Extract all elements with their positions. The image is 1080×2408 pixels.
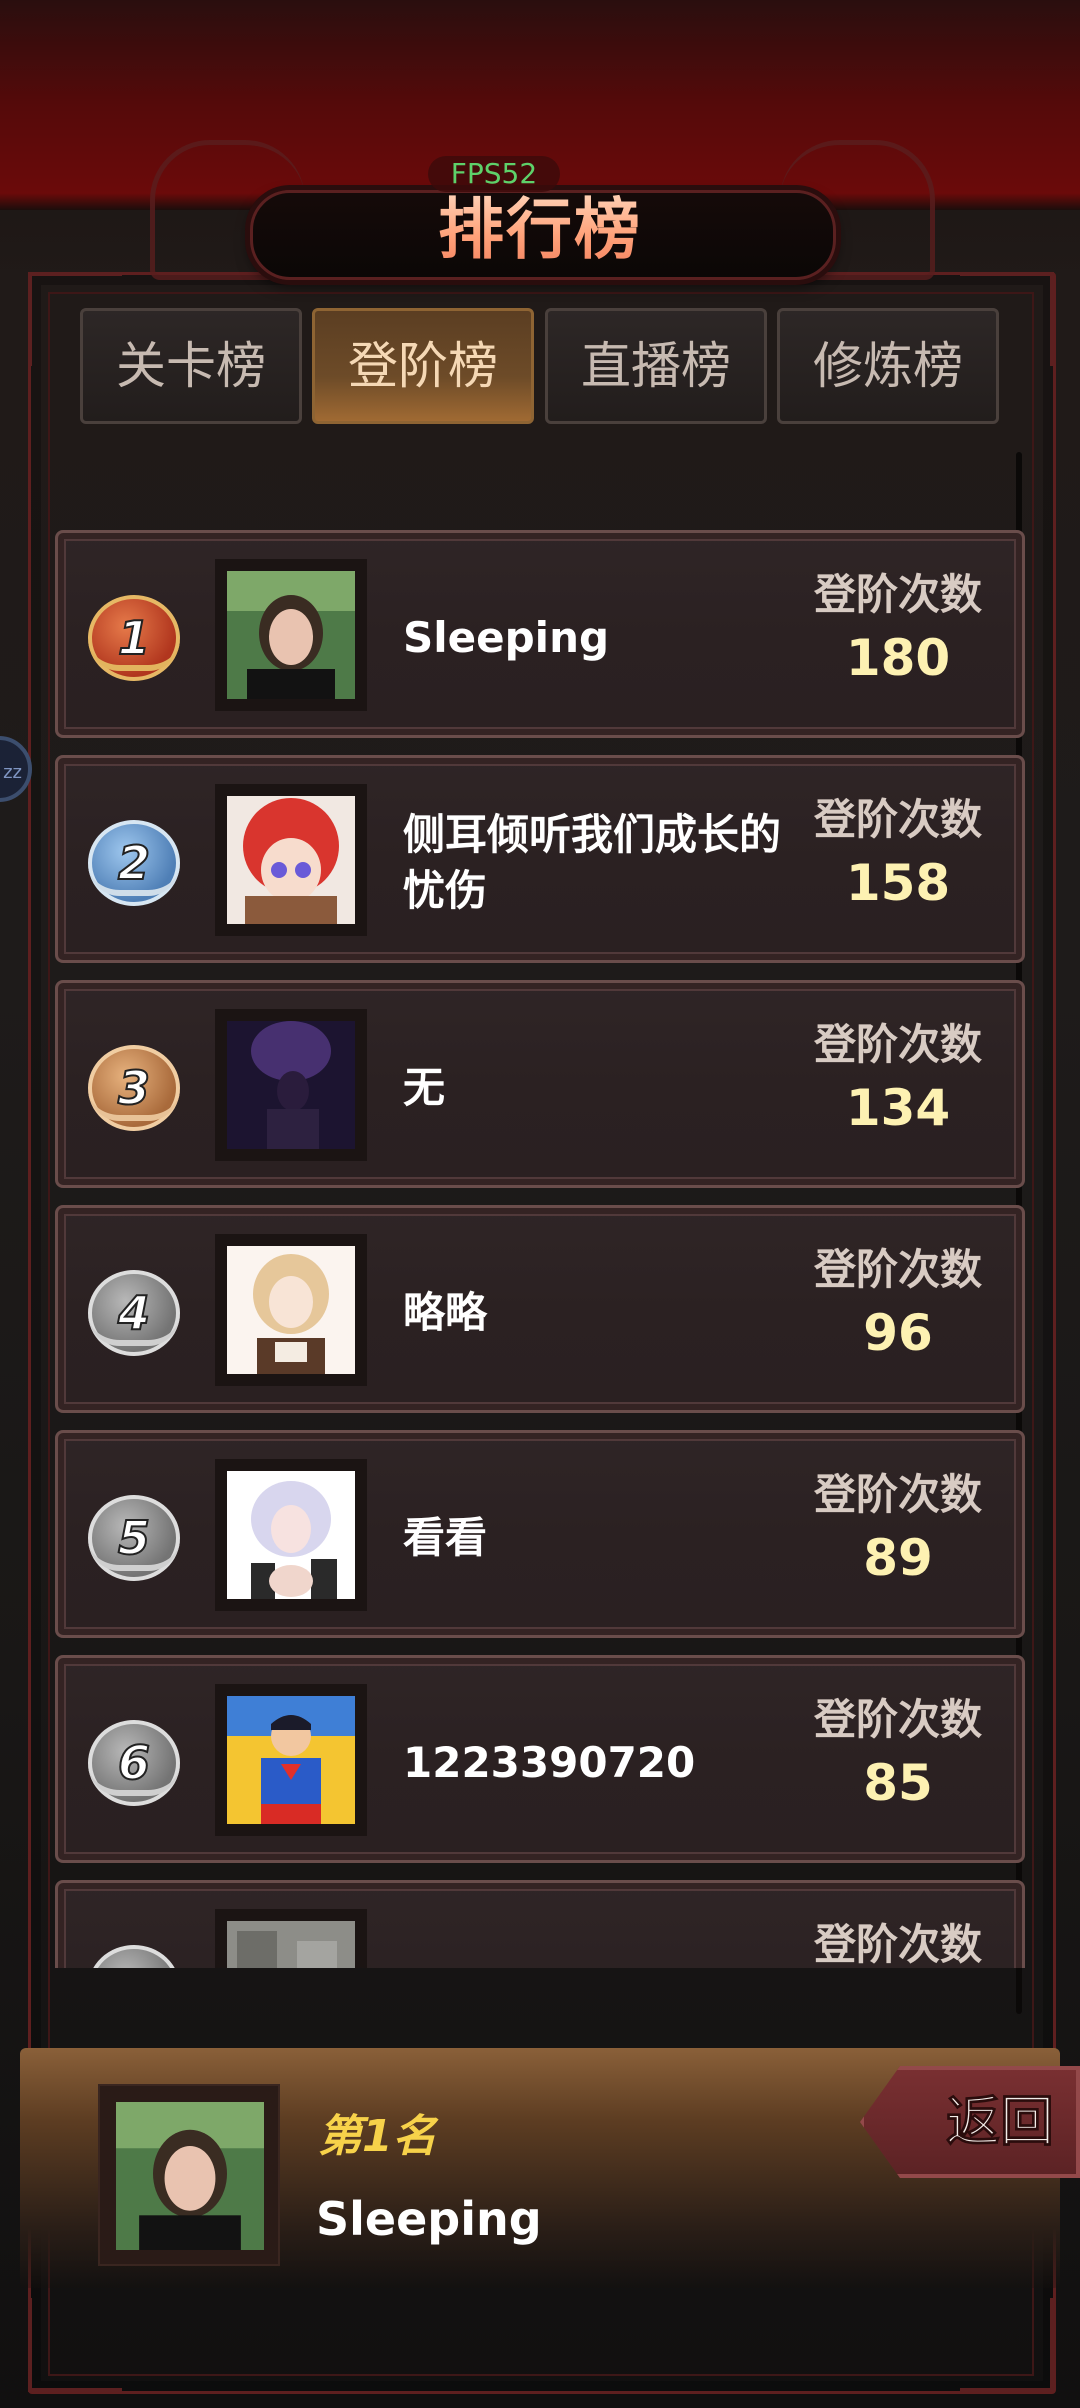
corner-ornament <box>28 2298 122 2392</box>
list-item[interactable]: 5 看看 登阶次数 89 <box>55 1430 1025 1638</box>
stat-value: 85 <box>863 1754 933 1812</box>
stat-value: 158 <box>845 854 951 912</box>
rank-medal-icon: 3 <box>88 1045 180 1131</box>
stat-value: 96 <box>863 1304 933 1362</box>
ranking-list[interactable]: 1 Sleeping 登阶次数 180 2 侧耳倾听我们成长的忧伤 登阶次数 1… <box>50 450 1030 1968</box>
avatar[interactable] <box>215 559 367 711</box>
rank-medal-icon: 5 <box>88 1495 180 1581</box>
stat-label: 登阶次数 <box>813 1020 982 1069</box>
back-button-label[interactable]: 返回 <box>930 2080 1070 2164</box>
tab-ascension[interactable]: 登阶榜 <box>312 308 534 424</box>
stat-value: 180 <box>845 629 951 687</box>
player-name: 1223390720 <box>403 1738 696 1787</box>
stat-value: 89 <box>863 1529 933 1587</box>
player-name: 无 <box>403 1063 446 1112</box>
avatar[interactable] <box>215 1909 367 1968</box>
stat-label: 登阶次数 <box>813 1920 982 1968</box>
player-name: 侧耳倾听我们成长的忧伤 <box>403 810 782 915</box>
list-item[interactable]: 1 Sleeping 登阶次数 180 <box>55 530 1025 738</box>
avatar[interactable] <box>215 1459 367 1611</box>
avatar[interactable] <box>215 1234 367 1386</box>
player-name <box>403 1923 803 1968</box>
tab-cultivation[interactable]: 修炼榜 <box>777 308 999 424</box>
rank-medal-icon: 2 <box>88 820 180 906</box>
stat-value: 134 <box>845 1079 951 1137</box>
rank-medal-icon: 6 <box>88 1720 180 1806</box>
list-item[interactable]: 6 1223390720 登阶次数 85 <box>55 1655 1025 1863</box>
stat-label: 登阶次数 <box>813 1245 982 1294</box>
avatar[interactable] <box>215 784 367 936</box>
my-rank-text: 第1名 <box>318 2111 437 2162</box>
stat-label: 登阶次数 <box>813 1470 982 1519</box>
list-item[interactable]: 7 登阶次数 <box>55 1880 1025 1968</box>
rank-medal-icon: 7 <box>88 1945 180 1968</box>
tab-live[interactable]: 直播榜 <box>545 308 767 424</box>
rank-medal-icon: 4 <box>88 1270 180 1356</box>
my-avatar[interactable] <box>98 2084 280 2266</box>
tab-level[interactable]: 关卡榜 <box>80 308 302 424</box>
stat-label: 登阶次数 <box>813 1695 982 1744</box>
page-title: 排行榜 <box>340 180 740 280</box>
stat-label: 登阶次数 <box>813 795 982 844</box>
list-item[interactable]: 4 略略 登阶次数 96 <box>55 1205 1025 1413</box>
player-name: 略略 <box>403 1288 488 1337</box>
player-name: 看看 <box>403 1513 488 1562</box>
list-item[interactable]: 2 侧耳倾听我们成长的忧伤 登阶次数 158 <box>55 755 1025 963</box>
stat-label: 登阶次数 <box>813 570 982 619</box>
rank-medal-icon: 1 <box>88 595 180 681</box>
avatar[interactable] <box>215 1009 367 1161</box>
corner-ornament <box>960 2298 1054 2392</box>
avatar[interactable] <box>215 1684 367 1836</box>
list-item[interactable]: 3 无 登阶次数 134 <box>55 980 1025 1188</box>
player-name: Sleeping <box>403 613 610 662</box>
my-player-name: Sleeping <box>316 2192 542 2246</box>
